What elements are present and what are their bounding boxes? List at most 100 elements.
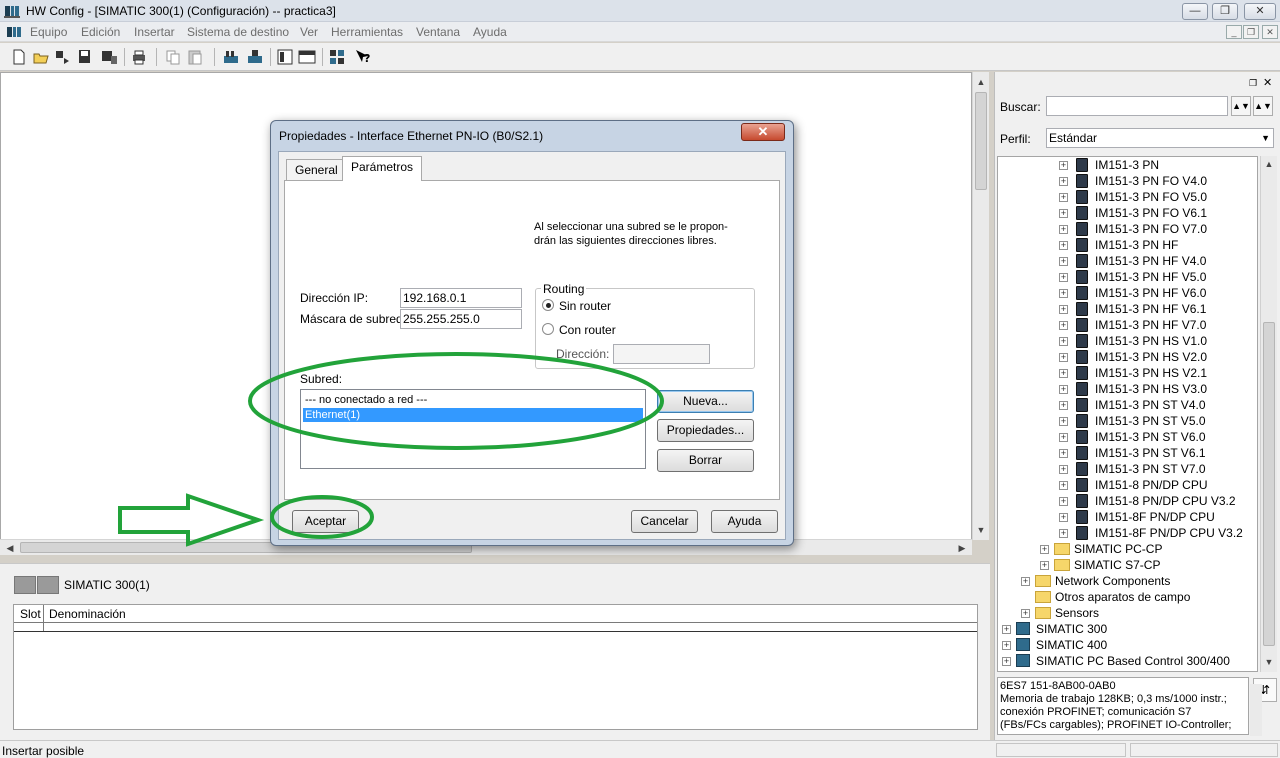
expand-icon[interactable]: +	[1059, 369, 1068, 378]
tree-item[interactable]: + IM151-3 PN HF V4.0	[998, 253, 1257, 269]
subnet-mask-input[interactable]	[400, 309, 522, 329]
maximize-button[interactable]: ❐	[1212, 3, 1238, 20]
expand-icon[interactable]: +	[1059, 433, 1068, 442]
paste-icon[interactable]	[186, 48, 204, 66]
mdi-close-button[interactable]: ✕	[1262, 25, 1278, 39]
network-icon[interactable]	[246, 48, 264, 66]
no-router-label[interactable]: Sin router	[559, 299, 611, 313]
tree-scrollbar[interactable]: ▲ ▼	[1260, 156, 1277, 672]
tree-item[interactable]: + IM151-8F PN/DP CPU V3.2	[998, 525, 1257, 541]
properties-icon[interactable]	[276, 48, 294, 66]
tab-general[interactable]: General	[286, 159, 347, 180]
expand-icon[interactable]: +	[1059, 321, 1068, 330]
menu-ventana[interactable]: Ventana	[416, 25, 460, 39]
save-compile-icon[interactable]	[54, 48, 72, 66]
tree-item[interactable]: + SIMATIC S7-CP	[998, 557, 1257, 573]
tree-item[interactable]: + IM151-3 PN FO V6.1	[998, 205, 1257, 221]
tree-item[interactable]: + IM151-3 PN HF	[998, 237, 1257, 253]
no-router-radio[interactable]	[542, 299, 554, 311]
scroll-down-arrow-icon[interactable]: ▼	[1261, 654, 1277, 670]
expand-icon[interactable]: +	[1059, 497, 1068, 506]
list-item[interactable]: Ethernet(1)	[303, 408, 643, 422]
expand-icon[interactable]: +	[1059, 417, 1068, 426]
menu-sistema-destino[interactable]: Sistema de destino	[187, 25, 289, 39]
column-denominacion[interactable]: Denominación	[49, 607, 126, 621]
menu-edicion[interactable]: Edición	[81, 25, 120, 39]
expand-icon[interactable]: +	[1040, 545, 1049, 554]
open-icon[interactable]	[32, 48, 50, 66]
expand-icon[interactable]: +	[1059, 209, 1068, 218]
tree-item[interactable]: + Network Components	[998, 573, 1257, 589]
tree-item[interactable]: + IM151-3 PN HS V3.0	[998, 381, 1257, 397]
ok-button[interactable]: Aceptar	[292, 510, 359, 533]
scroll-thumb[interactable]	[975, 92, 987, 190]
scroll-down-arrow-icon[interactable]: ▼	[973, 522, 989, 538]
profile-select[interactable]: Estándar ▼	[1046, 128, 1274, 148]
new-icon[interactable]	[10, 48, 28, 66]
menu-herramientas[interactable]: Herramientas	[331, 25, 403, 39]
mdi-doc-icon[interactable]	[6, 24, 22, 40]
expand-icon[interactable]: +	[1059, 353, 1068, 362]
tab-parametros[interactable]: Parámetros	[342, 156, 423, 181]
menu-equipo[interactable]: Equipo	[30, 25, 67, 39]
print-icon[interactable]	[130, 48, 148, 66]
expand-icon[interactable]: +	[1002, 657, 1011, 666]
save-icon[interactable]	[76, 48, 94, 66]
tree-item[interactable]: + IM151-3 PN FO V5.0	[998, 189, 1257, 205]
tree-item[interactable]: + IM151-3 PN HS V1.0	[998, 333, 1257, 349]
tree-item[interactable]: + IM151-3 PN ST V6.1	[998, 445, 1257, 461]
tree-item[interactable]: + IM151-3 PN	[998, 157, 1257, 173]
tree-item[interactable]: + IM151-8 PN/DP CPU V3.2	[998, 493, 1257, 509]
panel-restore-icon[interactable]: ❐	[1249, 78, 1257, 89]
menu-insertar[interactable]: Insertar	[134, 25, 175, 39]
search-down-icon[interactable]: ▲▼	[1231, 96, 1251, 116]
expand-icon[interactable]: +	[1059, 161, 1068, 170]
tree-item[interactable]: + IM151-3 PN ST V5.0	[998, 413, 1257, 429]
new-subnet-button[interactable]: Nueva...	[657, 390, 754, 413]
tree-item[interactable]: + IM151-3 PN HF V6.0	[998, 285, 1257, 301]
tree-item[interactable]: + IM151-3 PN HF V6.1	[998, 301, 1257, 317]
tree-item[interactable]: + SIMATIC PC Based Control 300/400	[998, 653, 1257, 669]
whats-this-icon[interactable]: ?	[354, 48, 372, 66]
scroll-right-arrow-icon[interactable]: ▶	[954, 540, 970, 556]
expand-icon[interactable]: +	[1059, 337, 1068, 346]
desc-scrollbar[interactable]	[1250, 684, 1262, 736]
expand-icon[interactable]: +	[1059, 289, 1068, 298]
with-router-radio[interactable]	[542, 323, 554, 335]
expand-icon[interactable]: +	[1021, 577, 1030, 586]
tree-item[interactable]: + IM151-8F PN/DP CPU	[998, 509, 1257, 525]
expand-icon[interactable]: +	[1059, 513, 1068, 522]
subnet-properties-button[interactable]: Propiedades...	[657, 419, 754, 442]
subnet-list[interactable]: --- no conectado a red --- Ethernet(1)	[300, 389, 646, 469]
tree-item[interactable]: + IM151-3 PN HS V2.0	[998, 349, 1257, 365]
scroll-up-arrow-icon[interactable]: ▲	[1261, 156, 1277, 172]
expand-icon[interactable]: +	[1059, 401, 1068, 410]
dialog-close-button[interactable]: ✕	[741, 123, 785, 141]
expand-icon[interactable]: +	[1059, 465, 1068, 474]
tree-item[interactable]: + IM151-3 PN ST V4.0	[998, 397, 1257, 413]
expand-icon[interactable]: +	[1059, 273, 1068, 282]
router-address-input[interactable]	[613, 344, 710, 364]
search-input[interactable]	[1046, 96, 1228, 116]
window-icon[interactable]	[298, 48, 316, 66]
copy-icon[interactable]	[164, 48, 182, 66]
tree-item[interactable]: + IM151-3 PN FO V7.0	[998, 221, 1257, 237]
expand-icon[interactable]: +	[1059, 257, 1068, 266]
tree-item[interactable]: + IM151-8 PN/DP CPU	[998, 477, 1257, 493]
expand-icon[interactable]: +	[1059, 449, 1068, 458]
expand-icon[interactable]: +	[1059, 305, 1068, 314]
download-icon[interactable]	[100, 48, 118, 66]
panel-close-icon[interactable]: ✕	[1263, 76, 1272, 89]
tree-item[interactable]: + IM151-3 PN HS V2.1	[998, 365, 1257, 381]
back-arrow-icon[interactable]	[14, 576, 36, 594]
expand-icon[interactable]: +	[1021, 609, 1030, 618]
scroll-left-arrow-icon[interactable]: ◀	[2, 540, 18, 556]
tree-item[interactable]: + Sensors	[998, 605, 1257, 621]
menu-ayuda[interactable]: Ayuda	[473, 25, 507, 39]
ip-address-input[interactable]	[400, 288, 522, 308]
expand-icon[interactable]: +	[1059, 529, 1068, 538]
search-up-icon[interactable]: ▲▼	[1253, 96, 1273, 116]
tree-item[interactable]: + SIMATIC PC-CP	[998, 541, 1257, 557]
expand-icon[interactable]: +	[1059, 177, 1068, 186]
list-item[interactable]: --- no conectado a red ---	[303, 393, 643, 407]
